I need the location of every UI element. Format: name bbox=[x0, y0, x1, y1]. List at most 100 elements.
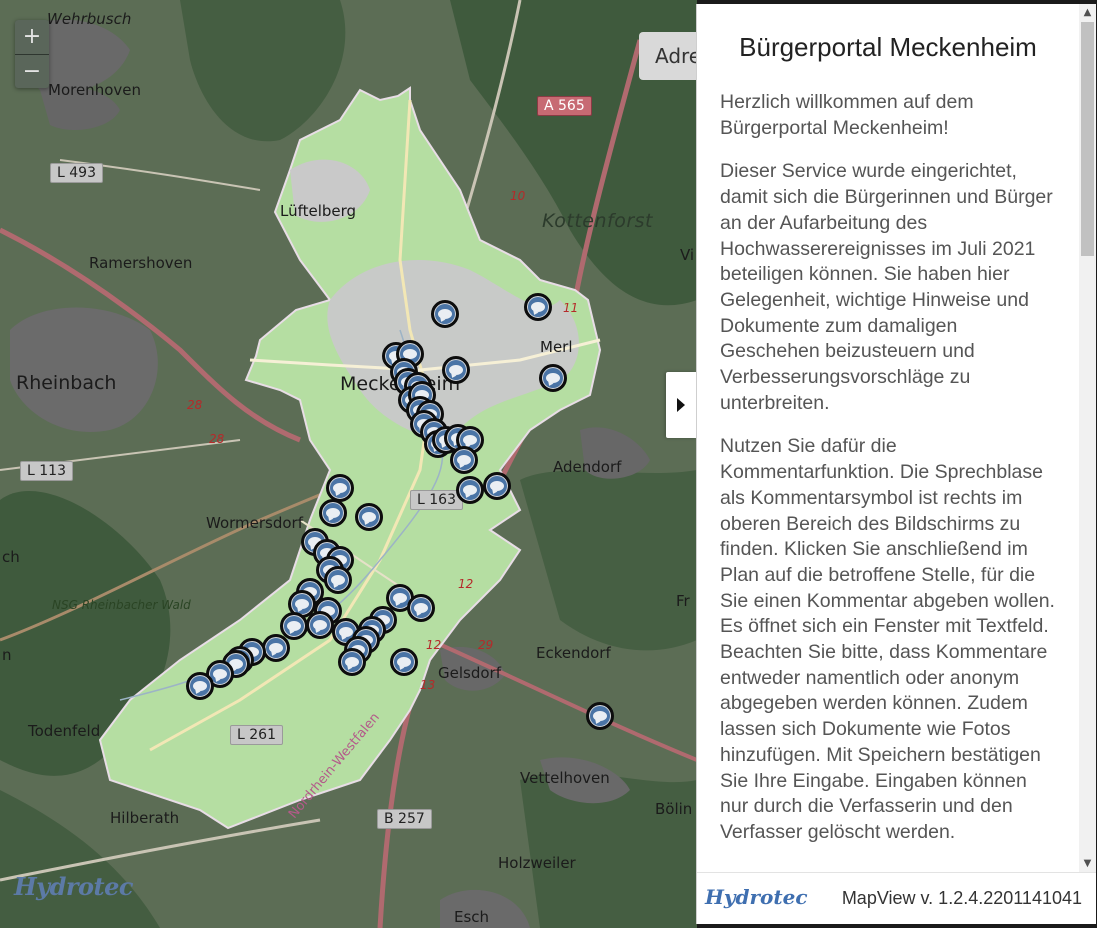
comment-bubble-icon bbox=[331, 575, 345, 585]
comment-bubble-icon bbox=[463, 435, 477, 445]
place-label: ch bbox=[2, 548, 20, 566]
road-shield: B 257 bbox=[377, 809, 432, 829]
comment-marker[interactable] bbox=[338, 648, 366, 676]
zoom-out-button[interactable]: − bbox=[15, 54, 49, 88]
zoom-in-button[interactable]: + bbox=[15, 20, 49, 54]
road-shield: L 261 bbox=[230, 725, 283, 745]
comment-marker[interactable] bbox=[306, 611, 334, 639]
comment-marker[interactable] bbox=[431, 300, 459, 328]
panel-toggle-button[interactable] bbox=[666, 372, 696, 438]
comment-marker[interactable] bbox=[524, 293, 552, 321]
hydrotec-map-logo: Hydrotec bbox=[14, 872, 134, 901]
km-mark: 10 bbox=[510, 189, 526, 203]
place-label: n bbox=[2, 646, 12, 664]
panel-footer: Hydrotec MapView v. 1.2.4.2201141041 bbox=[697, 872, 1096, 924]
place-label: Gelsdorf bbox=[438, 664, 501, 682]
place-label: Kottenforst bbox=[542, 210, 654, 232]
instructions-paragraph: Nutzen Sie dafür die Kommentarfunktion. … bbox=[720, 435, 1055, 843]
road-shield: L 163 bbox=[410, 490, 463, 510]
place-label: Morenhoven bbox=[48, 81, 141, 99]
hydrotec-logo: Hydrotec bbox=[705, 885, 808, 909]
place-label: Rheinbach bbox=[16, 372, 117, 394]
km-mark: 13 bbox=[420, 678, 436, 692]
km-mark: 28 bbox=[187, 398, 203, 412]
version-label: MapView v. 1.2.4.2201141041 bbox=[841, 888, 1082, 908]
comment-bubble-icon bbox=[593, 711, 607, 721]
place-label: Hilberath bbox=[110, 809, 180, 827]
comment-bubble-icon bbox=[339, 627, 353, 637]
place-label: Bölin bbox=[655, 800, 693, 818]
km-mark: 11 bbox=[563, 301, 579, 315]
comment-marker[interactable] bbox=[483, 472, 511, 500]
comment-marker[interactable] bbox=[586, 702, 614, 730]
comment-marker[interactable] bbox=[407, 594, 435, 622]
comment-marker[interactable] bbox=[450, 446, 478, 474]
place-label: Esch bbox=[454, 908, 490, 926]
comment-bubble-icon bbox=[457, 455, 471, 465]
place-label: Eckendorf bbox=[536, 644, 611, 662]
place-label: Wehrbusch bbox=[47, 10, 132, 28]
comment-marker[interactable] bbox=[390, 648, 418, 676]
comment-marker[interactable] bbox=[539, 364, 567, 392]
comment-marker[interactable] bbox=[262, 634, 290, 662]
scrollbar-thumb[interactable] bbox=[1081, 22, 1094, 256]
road-shield: L 493 bbox=[50, 163, 103, 183]
place-label: Todenfeld bbox=[28, 722, 101, 740]
place-label: Fr bbox=[676, 592, 690, 610]
comment-bubble-icon bbox=[490, 481, 504, 491]
comment-bubble-icon bbox=[531, 302, 545, 312]
comment-bubble-icon bbox=[269, 643, 283, 653]
comment-marker[interactable] bbox=[186, 672, 214, 700]
place-label: NSG Rheinbacher Wald bbox=[52, 598, 191, 612]
info-panel: Bürgerportal Meckenheim Herzlich willkom… bbox=[696, 4, 1096, 924]
comment-bubble-icon bbox=[193, 681, 207, 691]
comment-bubble-icon bbox=[345, 657, 359, 667]
zoom-control: + − bbox=[15, 20, 49, 88]
comment-marker[interactable] bbox=[326, 474, 354, 502]
panel-title: Bürgerportal Meckenheim bbox=[739, 32, 1037, 62]
comment-bubble-icon bbox=[463, 485, 477, 495]
km-mark: 12 bbox=[458, 577, 474, 591]
comment-marker[interactable] bbox=[442, 356, 470, 384]
place-label: Vi bbox=[680, 246, 695, 264]
comment-bubble-icon bbox=[546, 373, 560, 383]
comment-marker[interactable] bbox=[456, 476, 484, 504]
map-view[interactable]: Wehrbusch Morenhoven Lüftelberg Ramersho… bbox=[0, 0, 697, 928]
comment-bubble-icon bbox=[393, 593, 407, 603]
comment-bubble-icon bbox=[333, 483, 347, 493]
road-shield: A 565 bbox=[537, 96, 592, 116]
comment-bubble-icon bbox=[313, 620, 327, 630]
scroll-up-arrow-icon[interactable]: ▲ bbox=[1079, 4, 1096, 21]
place-label: Adendorf bbox=[553, 458, 622, 476]
welcome-paragraph: Herzlich willkommen auf dem Bürgerportal… bbox=[720, 91, 974, 139]
place-label: Wormersdorf bbox=[206, 514, 304, 532]
comment-bubble-icon bbox=[326, 508, 340, 518]
place-label: Vettelhoven bbox=[520, 769, 610, 787]
address-search-input[interactable]: Adre bbox=[639, 32, 697, 80]
service-paragraph: Dieser Service wurde eingerichtet, damit… bbox=[720, 160, 1053, 414]
km-mark: 28 bbox=[209, 432, 225, 446]
comment-marker[interactable] bbox=[319, 499, 347, 527]
caret-right-icon bbox=[677, 398, 685, 412]
comment-bubble-icon bbox=[213, 669, 227, 679]
comment-bubble-icon bbox=[414, 603, 428, 613]
comment-bubble-icon bbox=[362, 512, 376, 522]
km-mark: 12 bbox=[426, 638, 442, 652]
comment-marker[interactable] bbox=[355, 503, 383, 531]
road-shield: L 113 bbox=[20, 461, 73, 481]
scroll-down-arrow-icon[interactable]: ▼ bbox=[1079, 855, 1096, 872]
comment-bubble-icon bbox=[449, 365, 463, 375]
place-label: Holzweiler bbox=[498, 854, 576, 872]
place-label: Ramershoven bbox=[89, 254, 193, 272]
panel-content[interactable]: Herzlich willkommen auf dem Bürgerportal… bbox=[720, 90, 1060, 870]
panel-scrollbar[interactable]: ▲ ▼ bbox=[1079, 4, 1096, 872]
comment-bubble-icon bbox=[287, 621, 301, 631]
app-window: Wehrbusch Morenhoven Lüftelberg Ramersho… bbox=[0, 0, 1097, 928]
km-mark: 29 bbox=[478, 638, 494, 652]
comment-bubble-icon bbox=[295, 599, 309, 609]
place-label: Lüftelberg bbox=[280, 202, 357, 220]
comment-marker[interactable] bbox=[324, 566, 352, 594]
comment-bubble-icon bbox=[397, 657, 411, 667]
comment-bubble-icon bbox=[438, 309, 452, 319]
place-label: Merl bbox=[540, 338, 573, 356]
